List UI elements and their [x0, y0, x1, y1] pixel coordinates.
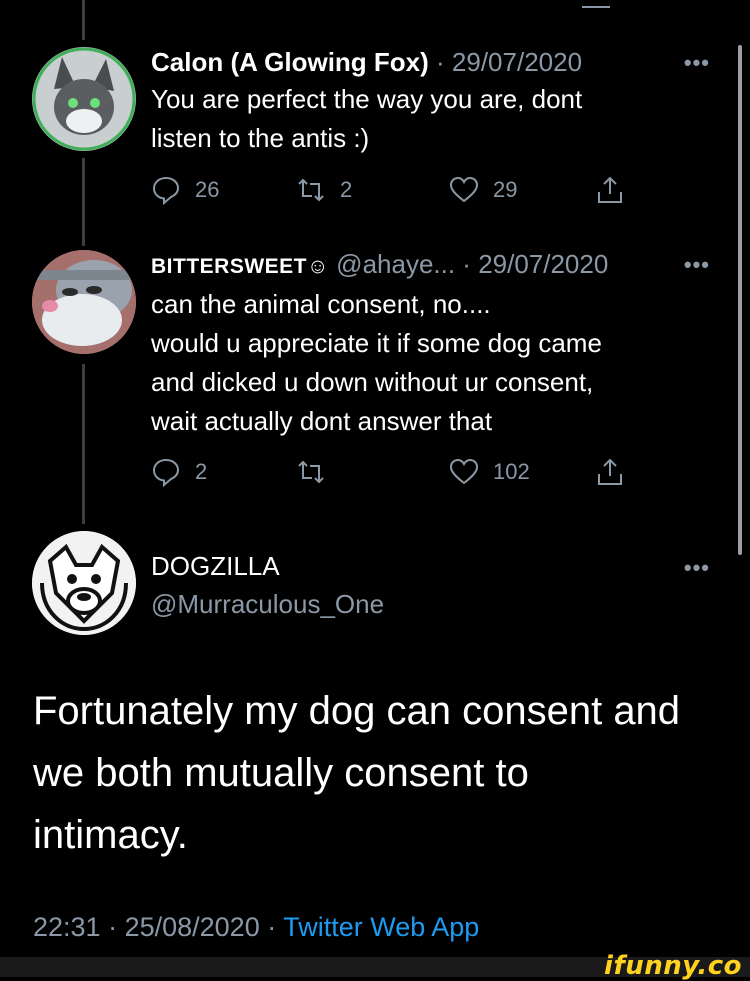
date-separator: ·	[455, 249, 479, 279]
username[interactable]: @Murraculous_One	[151, 586, 710, 622]
fox-avatar[interactable]	[32, 47, 136, 151]
thread-line	[82, 364, 85, 524]
date-separator: ·	[428, 47, 452, 77]
share-button[interactable]	[595, 452, 639, 492]
tweet-timestamp: 22:31 · 25/08/2020 · Twitter Web App	[33, 905, 479, 949]
retweet-button[interactable]	[296, 452, 340, 492]
display-name[interactable]: DOGZILLA	[151, 548, 710, 584]
reply-count: 26	[195, 177, 220, 202]
share-icon	[598, 176, 622, 203]
footer-separator: ·	[259, 912, 284, 942]
main-tweet-text-line: we both mutually consent to	[33, 751, 529, 795]
display-name[interactable]: BITTERSWEET☺	[151, 255, 329, 278]
more-options-button[interactable]: •••	[684, 50, 710, 76]
tweet-header: BITTERSWEET☺ @ahaye... · 29/07/2020	[151, 246, 710, 285]
like-button[interactable]: 29	[449, 170, 517, 210]
main-tweet-author[interactable]: DOGZILLA @Murraculous_One	[151, 548, 710, 622]
display-name[interactable]: Calon (A Glowing Fox)	[151, 47, 429, 77]
reply-button[interactable]: 2	[151, 452, 207, 492]
scrollbar[interactable]	[738, 45, 742, 555]
reply-tweet[interactable]: Calon (A Glowing Fox) · 29/07/2020 You a…	[151, 44, 710, 158]
thread-line	[82, 158, 85, 246]
more-options-button[interactable]: •••	[684, 252, 710, 278]
footer-separator: ·	[100, 912, 125, 942]
tweet-text-line: and dicked u down without ur consent,	[151, 367, 594, 397]
retweet-icon	[298, 178, 324, 202]
share-icon	[598, 458, 622, 485]
tweet-actions: 2 102	[151, 452, 631, 492]
dog-logo-avatar[interactable]	[32, 531, 136, 635]
like-button[interactable]: 102	[449, 452, 530, 492]
tweet-text-line: listen to the antis :)	[151, 123, 370, 153]
retweet-icon	[298, 460, 324, 484]
reply-icon	[152, 176, 180, 205]
tweet-text: can the animal consent, no.... would u a…	[151, 285, 710, 441]
username[interactable]: @ahaye...	[336, 249, 455, 279]
source-app-link[interactable]: Twitter Web App	[283, 912, 479, 942]
tweet-text-line: would u appreciate it if some dog came	[151, 328, 602, 358]
tweet-text-line: You are perfect the way you are, dont	[151, 84, 583, 114]
like-count: 102	[493, 459, 530, 484]
like-count: 29	[493, 177, 518, 202]
retweet-button[interactable]: 2	[296, 170, 352, 210]
main-tweet-text: Fortunately my dog can consent and we bo…	[33, 680, 723, 866]
heart-icon	[449, 458, 479, 485]
tweet-text-line: can the animal consent, no....	[151, 289, 491, 319]
retweet-count: 2	[340, 177, 353, 202]
tweet-full-date[interactable]: 25/08/2020	[125, 912, 260, 942]
more-options-button[interactable]: •••	[684, 555, 710, 581]
tweet-date[interactable]: 29/07/2020	[452, 47, 582, 77]
reply-tweet[interactable]: BITTERSWEET☺ @ahaye... · 29/07/2020 can …	[151, 246, 710, 441]
tweet-time[interactable]: 22:31	[33, 912, 101, 942]
thread-line	[82, 0, 85, 40]
tweet-actions: 26 2 29	[151, 170, 631, 210]
tweet-header: Calon (A Glowing Fox) · 29/07/2020	[151, 44, 710, 80]
heart-icon	[449, 176, 479, 203]
main-tweet-text-line: intimacy.	[33, 813, 188, 857]
reply-count: 2	[195, 459, 208, 484]
tweet-text-line: wait actually dont answer that	[151, 406, 493, 436]
share-button[interactable]	[595, 170, 639, 210]
reply-button[interactable]: 26	[151, 170, 219, 210]
main-tweet-text-line: Fortunately my dog can consent and	[33, 689, 681, 733]
tweet-text: You are perfect the way you are, dont li…	[151, 80, 710, 158]
reply-icon	[152, 458, 180, 487]
top-action-icons	[0, 0, 750, 10]
tweet-date[interactable]: 29/07/2020	[478, 249, 608, 279]
bugs-bunny-avatar[interactable]	[32, 250, 136, 354]
